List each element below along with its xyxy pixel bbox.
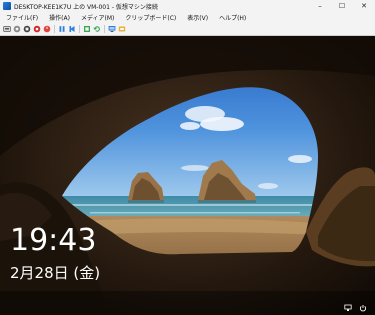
power-icon[interactable] xyxy=(43,25,51,33)
vm-screen[interactable]: 19:43 2月28日 (金) xyxy=(0,36,375,315)
power-status-icon[interactable] xyxy=(359,304,367,312)
window-title: DESKTOP-KEE1K7U 上の VM-001 - 仮想マシン接続 xyxy=(14,3,158,11)
network-icon[interactable] xyxy=(344,304,352,312)
close-button[interactable]: ✕ xyxy=(353,0,375,12)
menu-help[interactable]: ヘルプ(H) xyxy=(213,13,251,22)
menu-media[interactable]: メディア(M) xyxy=(75,13,119,22)
hyperv-vm-icon xyxy=(3,2,11,10)
reset-icon[interactable] xyxy=(68,25,76,33)
menu-action[interactable]: 操作(A) xyxy=(43,13,75,22)
menu-view[interactable]: 表示(V) xyxy=(181,13,213,22)
toolbar-separator xyxy=(79,25,80,33)
pause-icon[interactable] xyxy=(58,25,66,33)
menu-clipboard[interactable]: クリップボード(C) xyxy=(119,13,181,22)
menu-bar: ファイル(F) 操作(A) メディア(M) クリップボード(C) 表示(V) ヘ… xyxy=(0,12,375,23)
checkpoint-icon[interactable] xyxy=(83,25,91,33)
title-bar: DESKTOP-KEE1K7U 上の VM-001 - 仮想マシン接続 – ☐ … xyxy=(0,0,375,12)
minimize-button[interactable]: – xyxy=(309,0,331,12)
toolbar xyxy=(0,23,375,36)
ctrl-alt-del-icon[interactable] xyxy=(3,25,11,33)
shutdown-icon[interactable] xyxy=(33,25,41,33)
toolbar-separator xyxy=(104,25,105,33)
enhanced-session-icon[interactable] xyxy=(108,25,116,33)
menu-file[interactable]: ファイル(F) xyxy=(0,13,43,22)
start-icon[interactable] xyxy=(13,25,21,33)
turn-off-icon[interactable] xyxy=(23,25,31,33)
lockscreen-clock: 19:43 xyxy=(10,223,97,258)
revert-icon[interactable] xyxy=(93,25,101,33)
share-icon[interactable] xyxy=(118,25,126,33)
maximize-button[interactable]: ☐ xyxy=(331,0,353,12)
toolbar-separator xyxy=(54,25,55,33)
lockscreen-date: 2月28日 (金) xyxy=(10,264,101,282)
